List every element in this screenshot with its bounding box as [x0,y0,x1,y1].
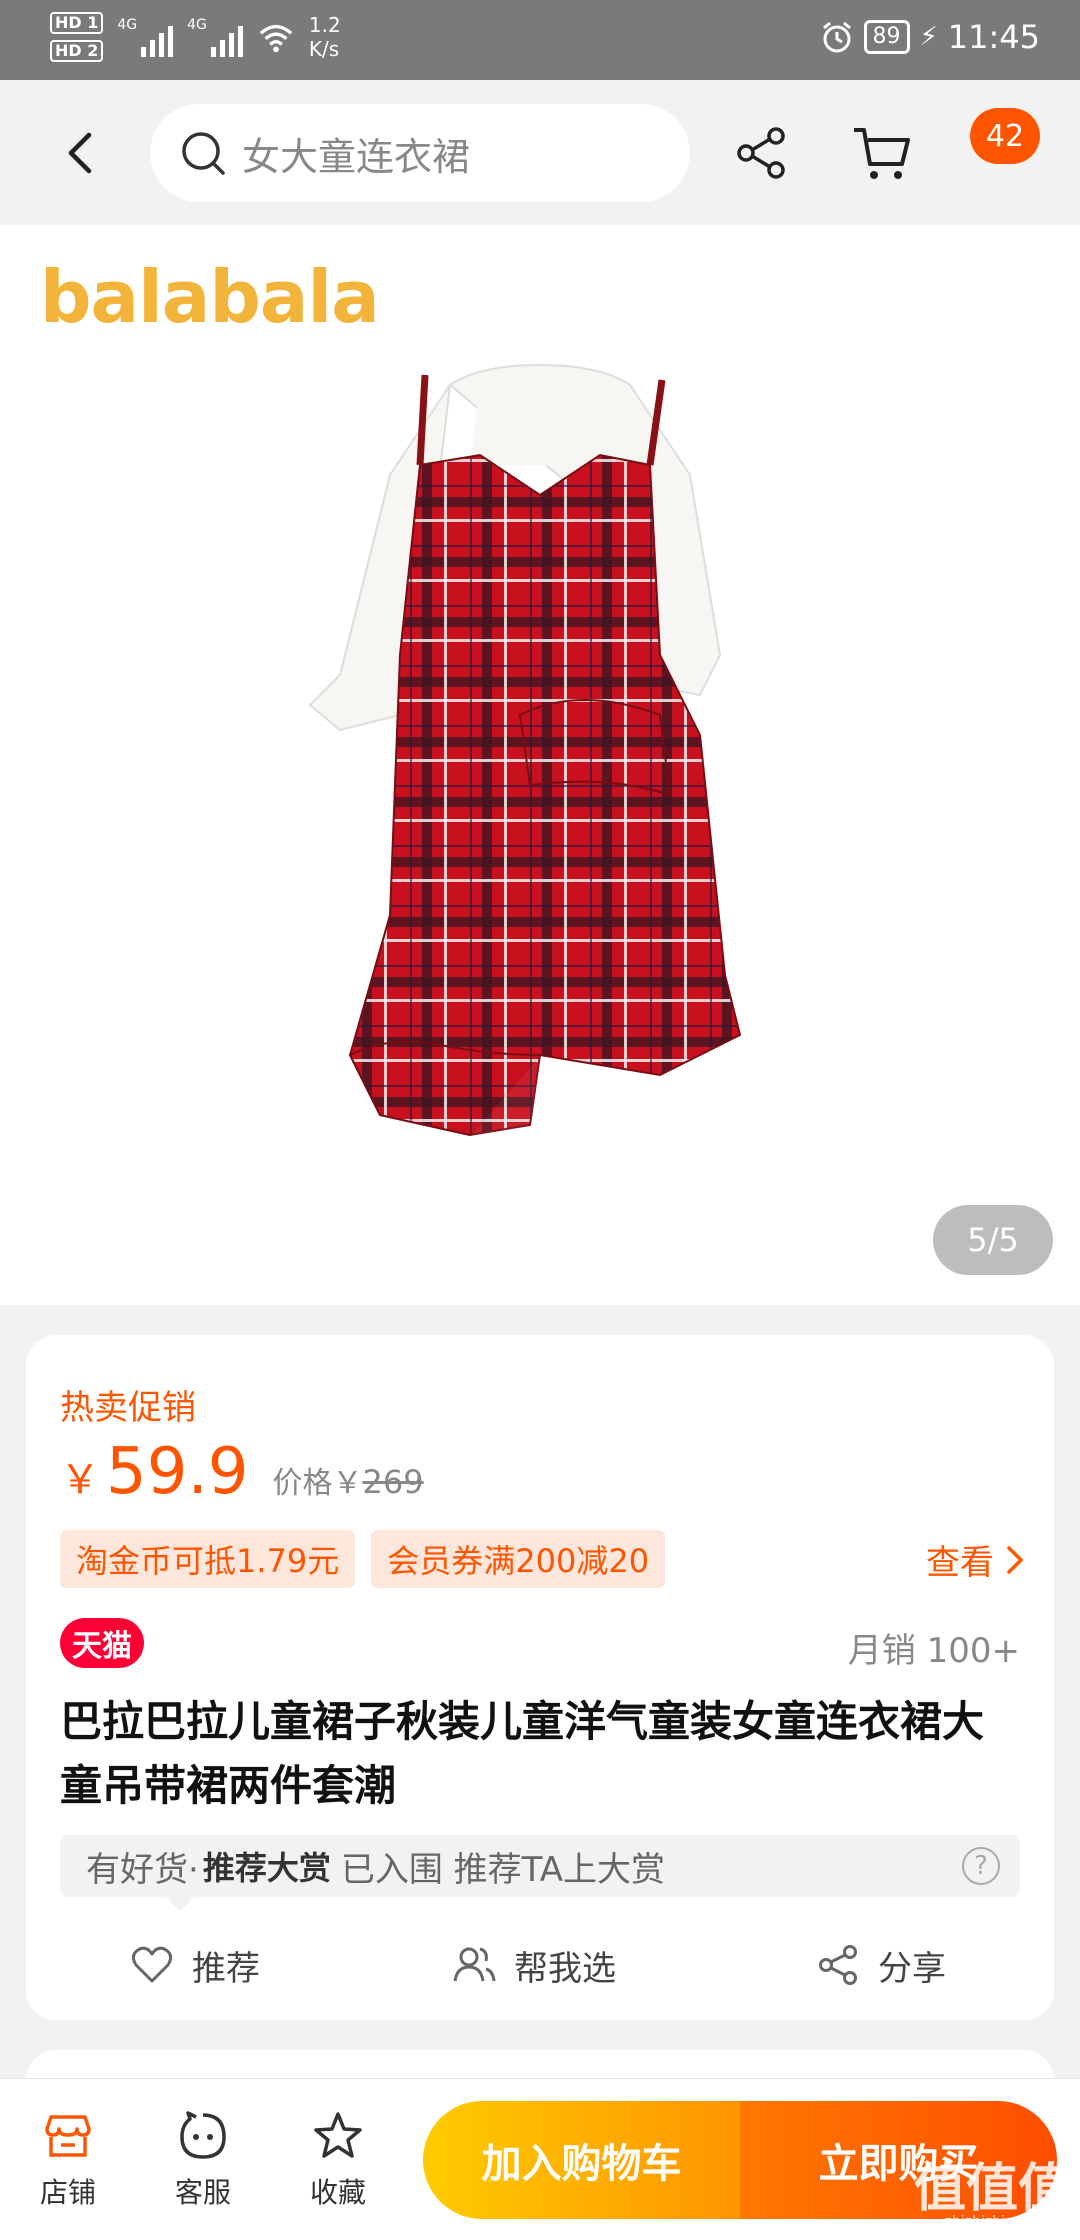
hd1-badge: HD 1 [50,12,104,34]
help-icon[interactable]: ? [962,1847,1000,1885]
social-actions: 推荐 帮我选 分享 [26,1925,1054,2005]
member-coupon-tag[interactable]: 会员券满200减20 [371,1530,666,1588]
network-1-label: 4G [117,17,138,33]
heart-icon [131,1946,173,1983]
cart-badge[interactable]: 42 [970,108,1040,164]
reco-prefix: 有好货· [86,1849,199,1890]
bottom-action-bar: 店铺 客服 收藏 加入购物车 立即购买 值值值 zhizhizhi.com [0,2078,1080,2240]
recommend-banner[interactable]: 有好货· 推荐大赏 已入围 推荐TA上大赏 ? [60,1835,1020,1897]
speed-unit: K/s [308,37,340,61]
status-bar: HD 1 HD 2 4G 4G 1.2 K/s 89 ⚡ 11:45 [0,0,1080,80]
watermark-text: 值值值 [913,2159,1070,2219]
speed-value: 1.2 [308,13,341,37]
product-gallery[interactable]: balabala 5/5 [0,225,1080,1305]
network-speed: 1.2 K/s [309,13,341,61]
view-offers-button[interactable]: 查看 [926,1535,1024,1584]
status-right: 89 ⚡ 11:45 [820,18,1040,56]
recommend-button[interactable]: 推荐 [130,1941,260,1990]
top-nav: 女大童连衣裙 42 [0,80,1080,225]
hd2-badge: HD 2 [50,40,104,62]
reco-highlight: 推荐大赏 [202,1849,331,1887]
battery-level: 89 [863,20,910,54]
watermark: 值值值 zhizhizhi.com [914,2163,1070,2230]
favorite-label: 收藏 [309,2176,366,2209]
cart-icon[interactable] [850,122,914,184]
coin-discount-tag[interactable]: 淘金币可抵1.79元 [60,1530,356,1588]
favorite-button[interactable]: 收藏 [288,2109,388,2211]
shop-icon [45,2115,91,2157]
reco-text: 已入围 推荐TA上大赏 [340,1849,666,1890]
help-choose-label: 帮我选 [514,1948,616,1989]
help-choose-button[interactable]: 帮我选 [452,1941,616,1990]
service-button[interactable]: 客服 [153,2109,253,2211]
signal-1-icon: 4G [117,17,174,57]
image-pager: 5/5 [933,1205,1053,1275]
reco-pointer [166,1897,194,1911]
search-placeholder: 女大童连衣裙 [242,134,471,179]
alarm-icon [822,21,851,53]
chevron-left-icon [68,132,92,174]
shop-button[interactable]: 店铺 [18,2109,118,2211]
chevron-right-icon [1007,1545,1024,1574]
share-small-icon [819,1945,857,1985]
product-info-card: 热卖促销 ￥ 59.9 价格￥ 269 淘金币可抵1.79元 会员券满200减2… [26,1335,1054,2020]
product-title: 巴拉巴拉儿童裙子秋装儿童洋气童装女童连衣裙大童吊带裙两件套潮 [60,1697,985,1810]
price-row: ￥ 59.9 价格￥ 269 [60,1435,424,1509]
monthly-sales: 月销 100+ [847,1631,1020,1671]
back-button[interactable] [50,120,110,186]
promo-tags: 淘金币可抵1.79元 会员券满200减20 [60,1530,666,1588]
currency-symbol: ￥ [60,1457,100,1503]
product-image [308,363,742,1137]
original-price: 269 [362,1463,424,1501]
tmall-badge: 天猫 [60,1618,144,1668]
search-icon [182,132,225,175]
search-bar[interactable]: 女大童连衣裙 [150,104,690,202]
hd-indicators: HD 1 HD 2 [50,12,104,62]
shop-label: 店铺 [39,2176,96,2209]
people-icon [453,1947,496,1982]
clock: 11:45 [947,18,1040,56]
network-2-label: 4G [187,17,207,33]
share-icon[interactable] [732,124,790,182]
wifi-icon [259,24,293,53]
brand-logo: balabala [40,255,380,339]
add-to-cart-button[interactable]: 加入购物车 [423,2101,740,2219]
charging-icon: ⚡ [919,22,938,52]
service-label: 客服 [174,2176,231,2209]
share-action-label: 分享 [878,1948,946,1989]
customer-service-icon [180,2111,226,2159]
recommend-label: 推荐 [192,1948,260,1989]
share-action-button[interactable]: 分享 [816,1941,946,1990]
view-offers-label: 查看 [926,1543,994,1583]
star-icon [314,2112,362,2158]
original-price-label: 价格￥ [272,1466,363,1501]
promo-label: 热卖促销 [60,1388,196,1428]
current-price: 59.9 [106,1435,249,1509]
signal-2-icon: 4G [187,17,243,57]
status-left: HD 1 HD 2 4G 4G 1.2 K/s [50,12,341,62]
